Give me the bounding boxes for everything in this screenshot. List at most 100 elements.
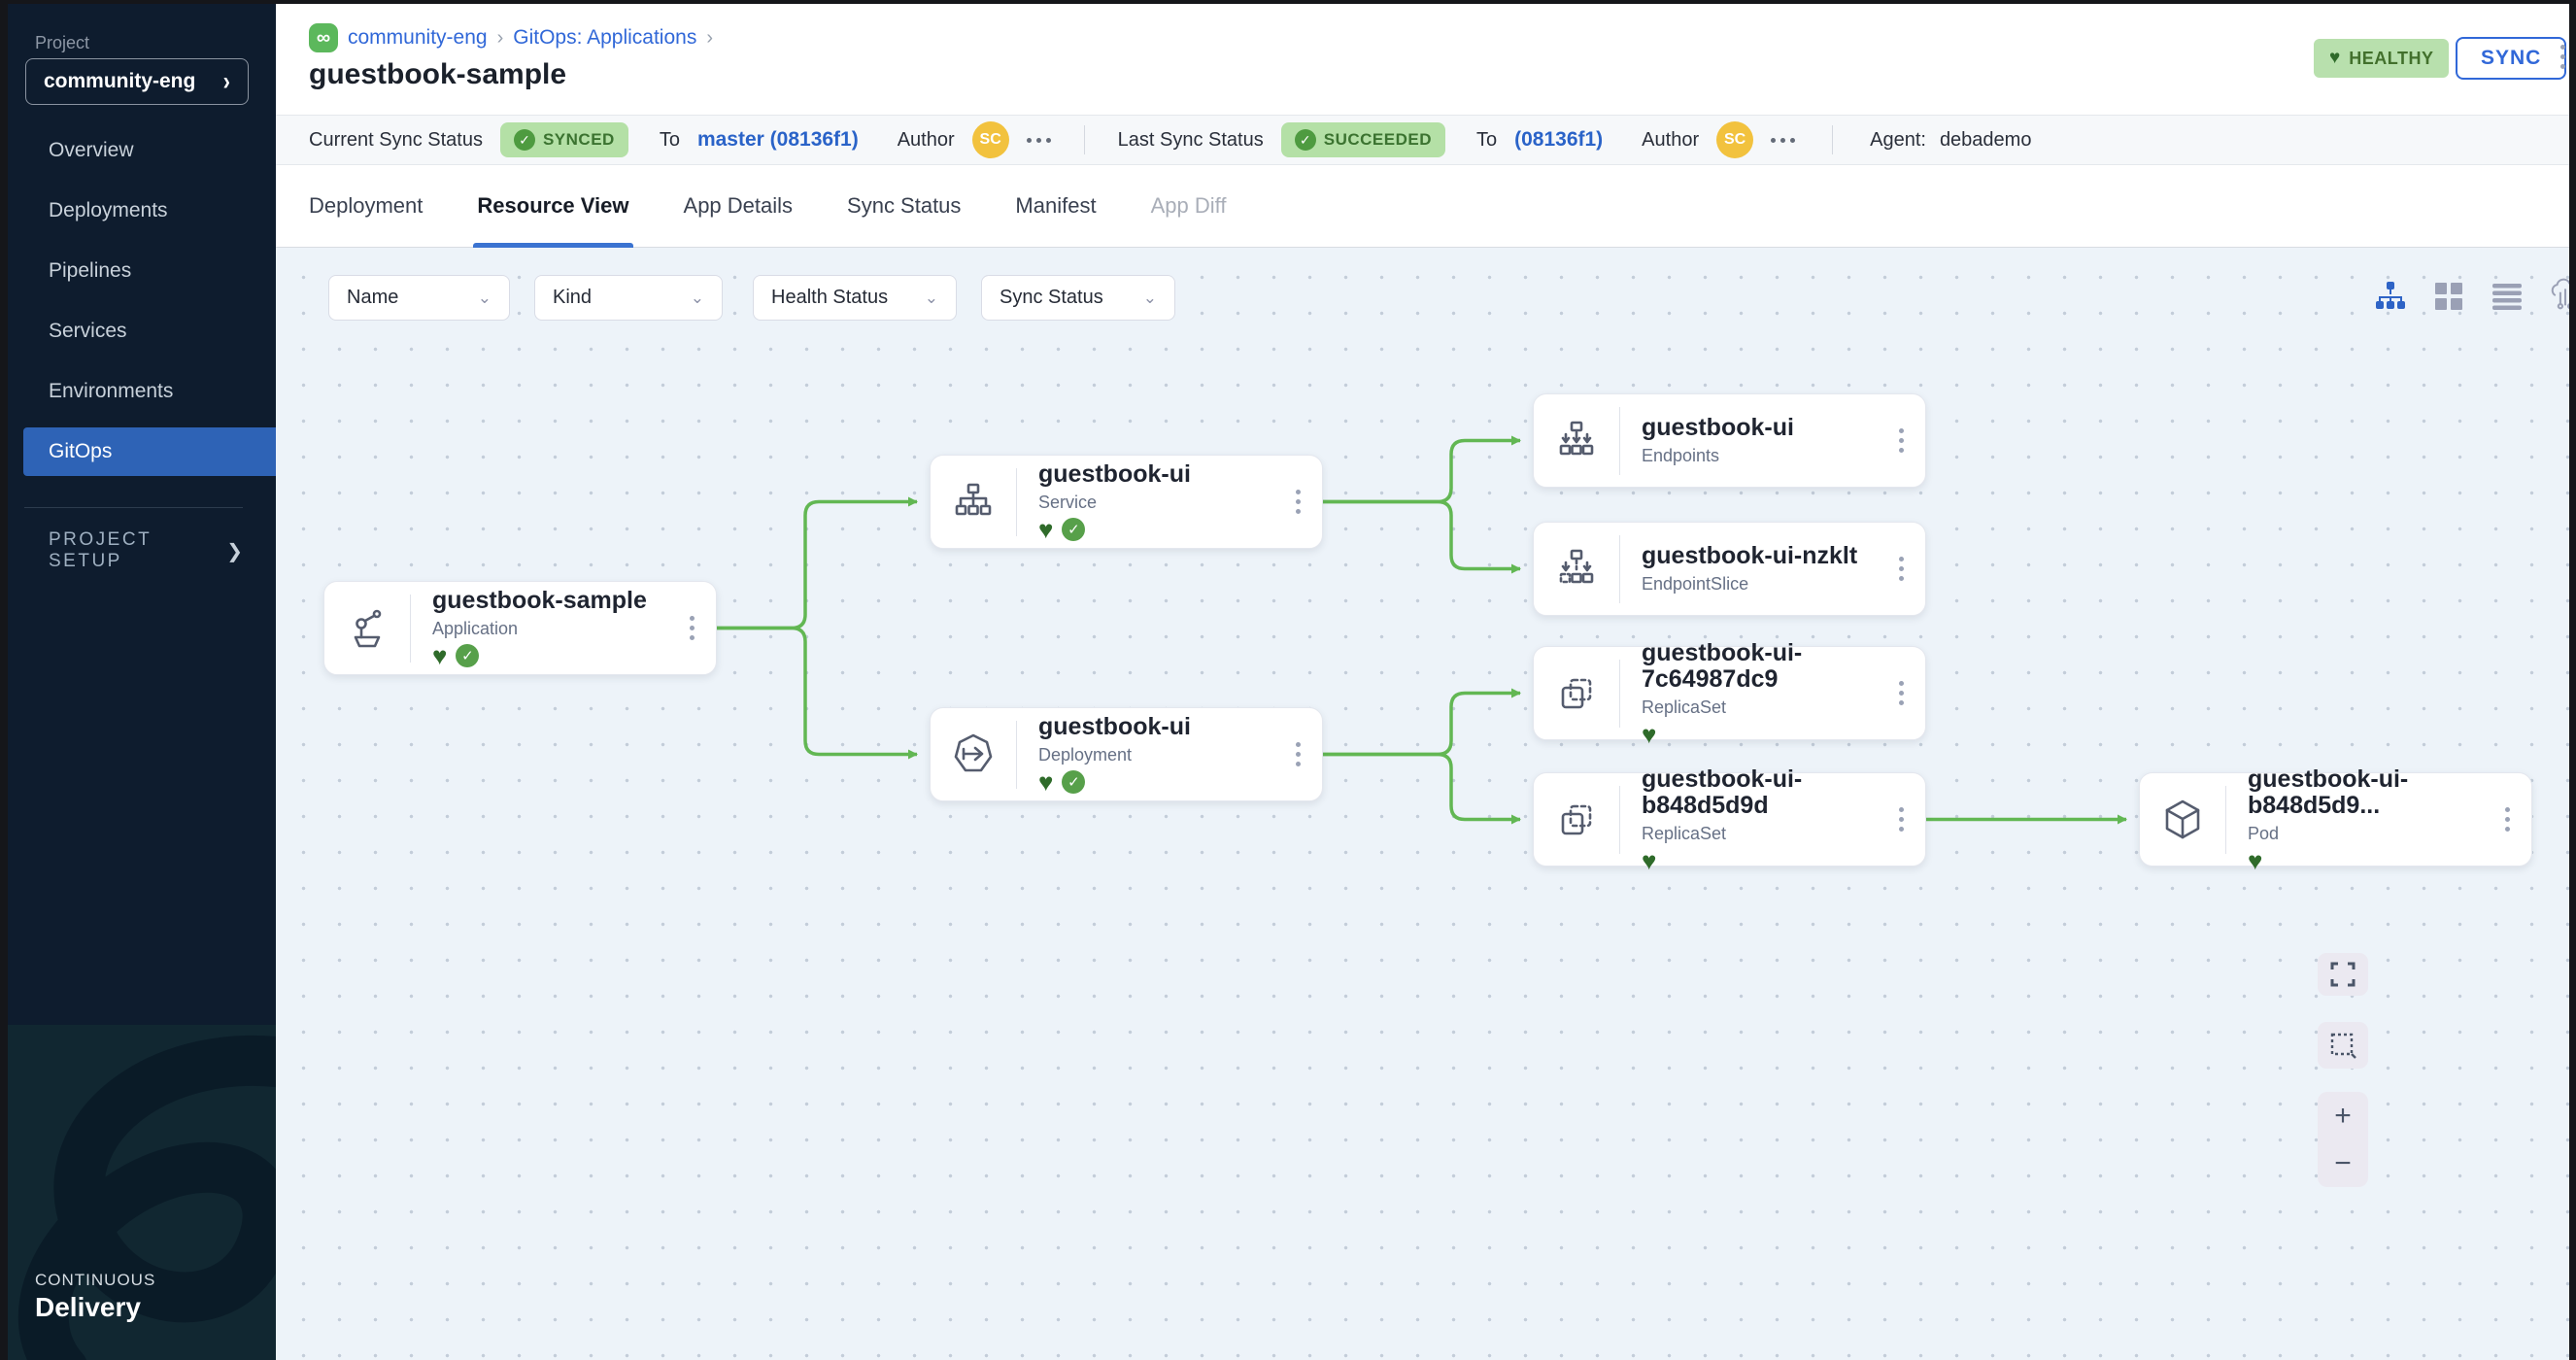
page-title: guestbook-sample (309, 58, 566, 91)
header-more-options-button[interactable] (2560, 45, 2565, 69)
last-sync-more-button[interactable] (1771, 138, 1795, 143)
service-icon (931, 479, 1016, 526)
endpointslice-icon (1534, 546, 1619, 593)
kind-filter-dropdown[interactable]: Kind ⌄ (534, 275, 723, 321)
healthy-heart-icon: ♥ (1642, 722, 1656, 747)
node-more-options-button[interactable] (1899, 557, 1904, 581)
current-sync-status-label: Current Sync Status (309, 129, 483, 152)
node-kind: Service (1038, 493, 1296, 513)
divider (1084, 125, 1085, 154)
synced-check-icon: ✓ (456, 644, 479, 667)
health-status-filter-dropdown[interactable]: Health Status ⌄ (753, 275, 957, 321)
breadcrumb-project-link[interactable]: community-eng (348, 26, 488, 50)
healthy-heart-icon: ♥ (1038, 517, 1053, 542)
healthy-heart-icon: ♥ (432, 643, 447, 668)
node-more-options-button[interactable] (1296, 742, 1301, 766)
tab-app-diff: App Diff (1151, 165, 1227, 248)
zoom-out-button[interactable]: − (2334, 1149, 2352, 1178)
node-application-guestbook-sample[interactable]: guestbook-sample Application ♥✓ (323, 581, 717, 675)
synced-check-icon: ✓ (1062, 770, 1085, 794)
node-deployment-guestbook-ui[interactable]: guestbook-ui Deployment ♥✓ (930, 707, 1323, 801)
view-toggle-group (2374, 280, 2576, 313)
health-badge-label: HEALTHY (2349, 49, 2433, 69)
sidebar-item-gitops[interactable]: GitOps (23, 427, 276, 476)
chevron-down-icon: ⌄ (925, 289, 938, 308)
node-more-options-button[interactable] (1899, 681, 1904, 705)
sidebar-item-services[interactable]: Services (0, 301, 276, 361)
tab-manifest[interactable]: Manifest (1015, 165, 1096, 248)
tab-bar: Deployment Resource View App Details Syn… (276, 165, 2576, 248)
sidebar-divider (24, 507, 243, 508)
node-title: guestbook-sample (432, 588, 690, 615)
list-view-icon[interactable] (2491, 280, 2524, 313)
node-replicaset-guestbook-ui-7c64987dc9[interactable]: guestbook-ui-7c64987dc9 ReplicaSet ♥✓ (1533, 646, 1926, 740)
window-edge (2569, 0, 2576, 1360)
node-more-options-button[interactable] (1899, 807, 1904, 832)
node-kind: Endpoints (1642, 446, 1899, 466)
agent-value: debademo (1940, 129, 2032, 152)
sidebar-item-environments[interactable]: Environments (0, 361, 276, 422)
agent-label: Agent: (1870, 129, 1926, 152)
project-selector[interactable]: community-eng › (25, 58, 249, 105)
divider (1832, 125, 1833, 154)
healthy-heart-icon: ♥ (1038, 769, 1053, 795)
healthy-heart-icon: ♥ (2248, 848, 2262, 873)
node-more-options-button[interactable] (2505, 807, 2510, 832)
current-sync-more-button[interactable] (1027, 138, 1051, 143)
grid-view-icon[interactable] (2432, 280, 2465, 313)
node-more-options-button[interactable] (690, 616, 695, 640)
node-pod-guestbook-ui-b848d5d9[interactable]: guestbook-ui-b848d5d9... Pod ♥✓ (2139, 772, 2532, 867)
chevron-down-icon: ⌄ (478, 289, 491, 308)
node-more-options-button[interactable] (1899, 428, 1904, 453)
fullscreen-button[interactable] (2318, 953, 2368, 996)
resource-tree-canvas[interactable]: Name ⌄ Kind ⌄ Health Status ⌄ Sync Statu… (276, 248, 2576, 1360)
replicaset-icon (1534, 797, 1619, 843)
tab-deployment[interactable]: Deployment (309, 165, 423, 248)
sidebar-item-deployments[interactable]: Deployments (0, 181, 276, 241)
zoom-in-button[interactable]: + (2334, 1102, 2352, 1131)
tab-resource-view[interactable]: Resource View (477, 165, 628, 248)
check-circle-icon: ✓ (514, 129, 535, 151)
chevron-right-icon: › (223, 66, 230, 96)
project-setup-toggle[interactable]: PROJECT SETUP ❯︎ (49, 529, 243, 572)
sidebar-item-overview[interactable]: Overview (0, 120, 276, 181)
pod-icon (2140, 797, 2225, 843)
sync-status-bar: Current Sync Status ✓ SYNCED To master (… (276, 115, 2576, 165)
succeeded-badge-label: SUCCEEDED (1324, 130, 1432, 150)
author-label: Author (898, 129, 955, 152)
name-filter-label: Name (347, 287, 398, 309)
breadcrumb-applications-link[interactable]: GitOps: Applications (513, 26, 696, 50)
author-avatar: SC (972, 121, 1009, 158)
breadcrumb-separator: › (497, 27, 504, 50)
check-circle-icon: ✓ (1295, 129, 1316, 151)
sync-button[interactable]: SYNC (2456, 37, 2566, 80)
node-title: guestbook-ui-b848d5d9... (2248, 766, 2505, 820)
node-replicaset-guestbook-ui-b848d5d9d[interactable]: guestbook-ui-b848d5d9d ReplicaSet ♥✓ (1533, 772, 1926, 867)
name-filter-dropdown[interactable]: Name ⌄ (328, 275, 510, 321)
tab-sync-status[interactable]: Sync Status (847, 165, 961, 248)
node-more-options-button[interactable] (1296, 490, 1301, 514)
last-sync-target-link[interactable]: (08136f1) (1514, 128, 1603, 152)
tab-app-details[interactable]: App Details (684, 165, 794, 248)
project-label: Project (35, 33, 89, 53)
chevron-down-icon: ⌄ (1143, 289, 1157, 308)
endpoints-icon (1534, 418, 1619, 464)
author-avatar: SC (1716, 121, 1753, 158)
node-title: guestbook-ui-b848d5d9d (1642, 766, 1899, 820)
node-title: guestbook-ui-nzklt (1642, 543, 1899, 570)
brand-panel: CONTINUOUS Delivery (0, 1025, 276, 1360)
current-sync-target-link[interactable]: master (08136f1) (697, 128, 859, 152)
healthy-heart-icon: ♥ (1642, 848, 1656, 873)
tree-view-icon[interactable] (2374, 280, 2407, 313)
sync-status-filter-dropdown[interactable]: Sync Status ⌄ (981, 275, 1175, 321)
zoom-control: + − (2318, 1092, 2368, 1187)
sidebar-item-pipelines[interactable]: Pipelines (0, 241, 276, 301)
node-endpointslice-guestbook-ui-nzklt[interactable]: guestbook-ui-nzklt EndpointSlice ♥✓ (1533, 522, 1926, 616)
chevron-down-icon: ❯︎ (226, 539, 243, 563)
author-label: Author (1642, 129, 1699, 152)
node-service-guestbook-ui[interactable]: guestbook-ui Service ♥✓ (930, 455, 1323, 549)
node-endpoints-guestbook-ui[interactable]: guestbook-ui Endpoints ♥✓ (1533, 393, 1926, 488)
chevron-down-icon: ⌄ (691, 289, 704, 308)
marquee-select-button[interactable] (2318, 1022, 2368, 1069)
node-kind: ReplicaSet (1642, 824, 1899, 844)
